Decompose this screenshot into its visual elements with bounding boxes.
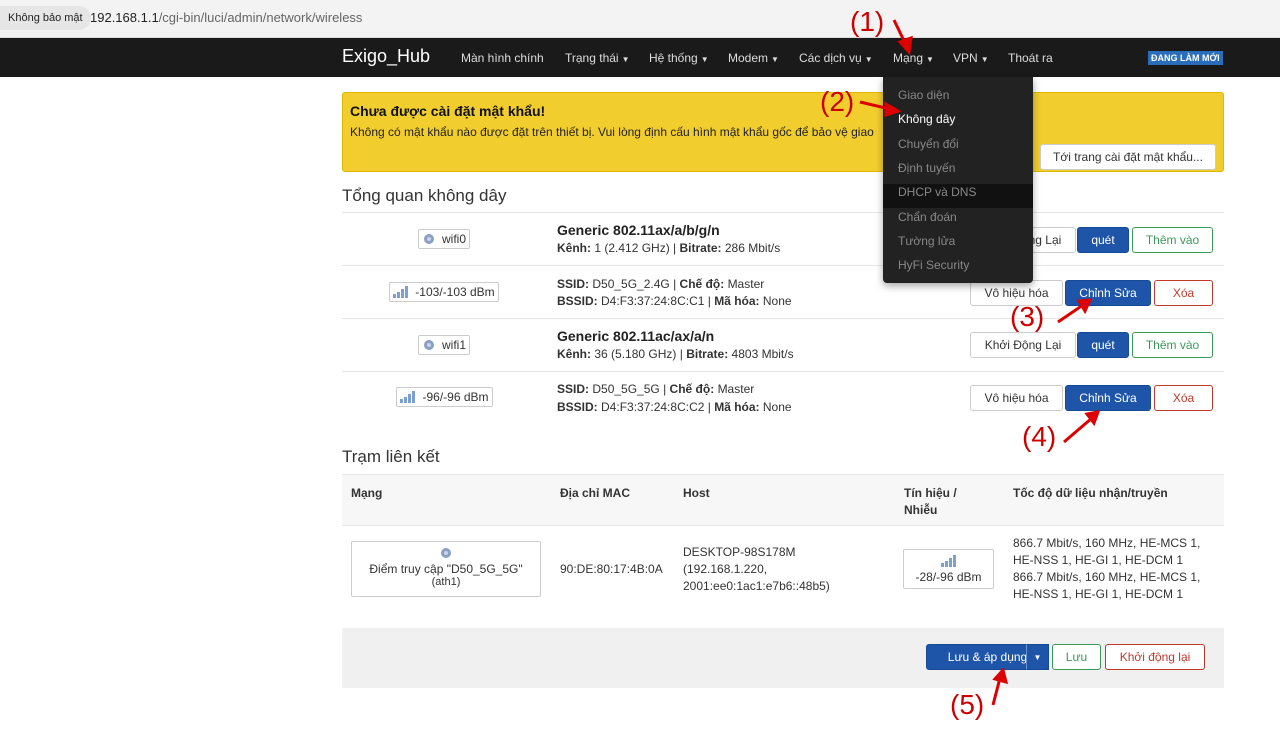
annotation-3: (3) bbox=[1010, 301, 1045, 332]
arrow-3-icon bbox=[1057, 303, 1084, 324]
annotation-2: (2) bbox=[820, 86, 855, 117]
arrow-3-head-icon bbox=[1076, 298, 1093, 315]
annotation-4: (4) bbox=[1022, 421, 1057, 452]
arrow-5-icon bbox=[991, 677, 1002, 706]
annotation-arrows bbox=[859, 19, 1101, 706]
annotation-5: (5) bbox=[950, 689, 985, 720]
arrow-2-head-icon bbox=[884, 101, 902, 118]
arrow-5-head-icon bbox=[992, 666, 1009, 685]
arrow-1-head-icon bbox=[897, 35, 913, 56]
arrow-4-icon bbox=[1063, 416, 1093, 444]
annotation-1: (1) bbox=[850, 6, 885, 37]
